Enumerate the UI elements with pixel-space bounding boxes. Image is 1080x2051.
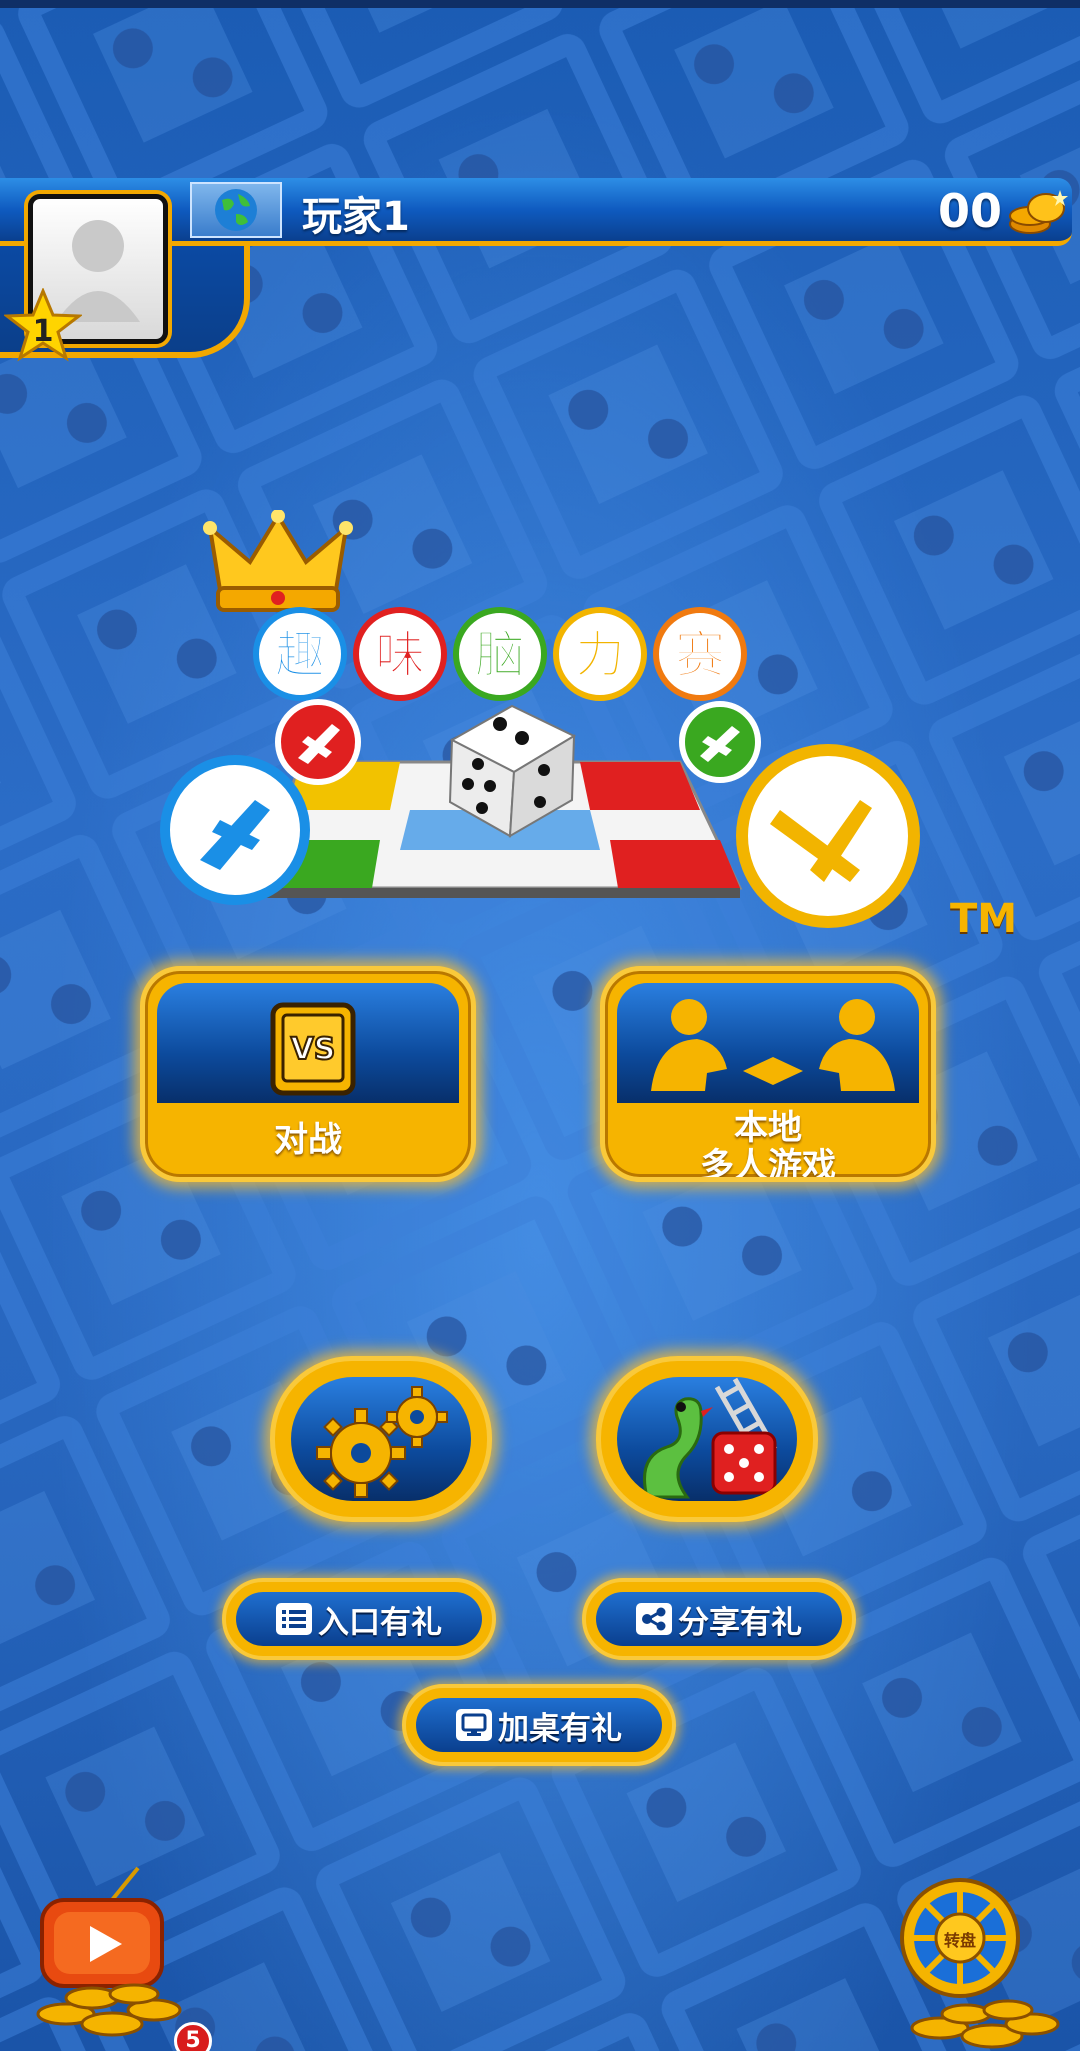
- snake-ladder-dice-icon: [643, 1377, 778, 1499]
- vs-tablet-icon: VS: [270, 1002, 356, 1096]
- local-multiplayer-button[interactable]: 本地 多人游戏: [600, 966, 936, 1182]
- share-gift-label: 分享有礼: [678, 1604, 802, 1641]
- logo-title-char-text: 力: [575, 626, 625, 684]
- wheel-icon: 转盘: [900, 1878, 1020, 1998]
- logo-title-char-text: 趣: [275, 626, 325, 684]
- crown-icon: [203, 510, 353, 612]
- game-logo: 趣味脑力赛: [160, 510, 920, 928]
- desktop-gift-button[interactable]: 加桌有礼: [402, 1684, 676, 1766]
- player-name: 玩家1: [302, 194, 410, 240]
- monitor-icon: [456, 1709, 492, 1741]
- logo-title-char-text: 赛: [675, 626, 726, 684]
- level-star-badge: 1: [2, 287, 84, 362]
- entry-gift-button[interactable]: 入口有礼: [222, 1578, 496, 1660]
- blue-plane-badge-icon: [160, 755, 310, 905]
- logo-title-char: 趣: [253, 607, 347, 701]
- local-multiplayer-icon-area: [617, 983, 919, 1103]
- logo-title-char-text: 脑: [475, 626, 525, 684]
- snakes-ladders-button[interactable]: [596, 1356, 818, 1522]
- svg-text:VS: VS: [291, 1032, 336, 1067]
- battle-mode-label: 对战: [274, 1120, 342, 1160]
- battle-mode-button[interactable]: VS 对战: [140, 966, 476, 1182]
- share-gift-button-inner: 分享有礼: [596, 1592, 842, 1646]
- level-number: 1: [32, 314, 54, 349]
- settings-button-inner: [291, 1377, 471, 1501]
- logo-title: 趣味脑力赛: [253, 607, 747, 701]
- green-plane-badge-icon: [679, 701, 761, 783]
- coin-pile-icon: [36, 1983, 182, 2037]
- globe-icon: [215, 189, 257, 231]
- coin-count: 00: [937, 184, 1002, 238]
- local-multiplayer-label-line1: 本地: [734, 1108, 802, 1148]
- top-strip: [0, 0, 1080, 8]
- region-flag-button[interactable]: [190, 182, 282, 238]
- red-plane-badge-icon: [275, 699, 361, 785]
- desktop-gift-label: 加桌有礼: [498, 1710, 622, 1747]
- yellow-plane-badge-icon: [736, 744, 920, 928]
- logo-title-char: 赛: [653, 607, 747, 701]
- lucky-wheel-button[interactable]: 转盘: [896, 1878, 1066, 2051]
- coin-pile-icon: [910, 1999, 1060, 2049]
- trademark-label: TM: [950, 896, 1018, 942]
- two-players-icon: [651, 999, 895, 1091]
- local-multiplayer-label-line2: 多人游戏: [700, 1146, 836, 1182]
- share-icon: [636, 1603, 672, 1635]
- desktop-gift-button-inner: 加桌有礼: [416, 1698, 662, 1752]
- wheel-label: 转盘: [944, 1931, 976, 1950]
- share-gift-button[interactable]: 分享有礼: [582, 1578, 856, 1660]
- logo-title-char: 脑: [453, 607, 547, 701]
- gold-coins-icon[interactable]: [1006, 186, 1070, 236]
- battle-mode-icon-area: VS: [157, 983, 459, 1103]
- entry-gift-label: 入口有礼: [318, 1604, 442, 1641]
- entry-gift-button-inner: 入口有礼: [236, 1592, 482, 1646]
- video-play-icon: [40, 1866, 164, 1988]
- video-reward-button[interactable]: [26, 1864, 196, 2044]
- logo-title-char: 力: [553, 607, 647, 701]
- local-multiplayer-label: 本地 多人游戏: [605, 1108, 931, 1182]
- settings-button[interactable]: [270, 1356, 492, 1522]
- snakes-ladders-button-inner: [617, 1377, 797, 1501]
- logo-title-char: 味: [353, 607, 447, 701]
- gears-icon: [316, 1386, 448, 1498]
- logo-title-char-text: 味: [375, 626, 425, 684]
- list-icon: [276, 1603, 312, 1635]
